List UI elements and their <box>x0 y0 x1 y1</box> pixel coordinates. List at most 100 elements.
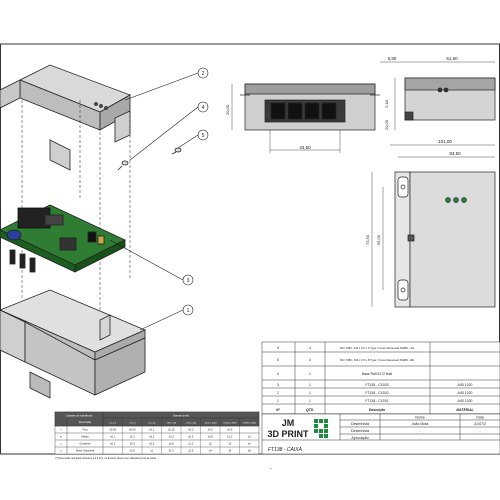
callout-labels: 2 4 5 3 1 <box>187 71 205 314</box>
tb-row-label: Desenhista <box>351 429 369 433</box>
callout-label: 2 <box>202 71 205 77</box>
screw-side <box>171 147 182 155</box>
bom-cell: Base RAK3172 final <box>362 372 393 376</box>
isometric-exploded-view <box>0 64 182 399</box>
tol-col-header: >30 a 120 <box>166 422 177 425</box>
tol-subheader: Descrição <box>79 420 92 424</box>
tol-group-header: Gamas (mm) <box>173 414 189 418</box>
tol-value: ±0,05 <box>110 428 117 432</box>
tb-col-name: Nome <box>415 416 425 420</box>
tol-note: (*) Para cotas nominais inferiores a 0,5… <box>55 457 157 460</box>
tol-value: ±1,2 <box>188 442 194 446</box>
tol-col-header: >120 a 400 <box>185 422 197 425</box>
pcb-board <box>0 204 126 273</box>
tol-col-header: >3 a 6 <box>129 422 136 425</box>
tol-value: ±0,2 <box>110 442 116 446</box>
tb-row-label: Aprovação <box>351 436 368 440</box>
tol-value: ±0,3 <box>130 442 136 446</box>
tol-desc: Muito Grosseira <box>76 449 95 453</box>
dim-top-width: 51,60 <box>446 56 458 61</box>
bom-cell: 1 <box>309 399 311 403</box>
bom-table <box>261 341 500 415</box>
tb-col-date: Data <box>476 416 484 420</box>
bom-cell: 3 <box>277 383 279 387</box>
tol-value: ±0,1 <box>110 435 116 439</box>
tol-value: ±0,8 <box>208 435 214 439</box>
bom-cell: FT138 - CX002 <box>365 391 388 395</box>
tol-value: ±0,1 <box>130 435 136 439</box>
dim-side-height: 20,00 <box>384 119 389 130</box>
sheet-note-dash: - <box>270 466 272 472</box>
tol-col-header: >400 a 1000 <box>204 422 217 425</box>
bom-cell: 1 <box>309 391 311 395</box>
bom-cell: ISO 7380 - M3 x 0,5 x 8 Type I Cross Rec… <box>340 358 414 362</box>
tol-col-header: >1000 a 2000 <box>223 422 237 425</box>
bom-cell: 2 <box>277 391 279 395</box>
dim-overall-width: 101,00 <box>438 139 452 144</box>
bom-cell: ISO 7380 - M3 x 0,5 x 4 Type I Cross Rec… <box>340 346 414 350</box>
tb-row-name: João Mota <box>412 422 429 426</box>
tol-col-header: 0,5 a 3 <box>109 423 116 425</box>
tol-value: ±1,5 <box>169 449 175 453</box>
logo-text-jm: JM <box>282 418 295 428</box>
dim-height-left2: 73,50 <box>365 234 370 245</box>
bom-cell: FT138 - CX001 <box>365 399 388 403</box>
bom-cell: AISI 1020 <box>458 391 473 395</box>
bom-header: QTD. <box>306 408 314 412</box>
tol-desc: Média <box>81 435 89 439</box>
bom-cell: 6 <box>277 346 279 350</box>
tol-value: ±2,5 <box>188 449 194 453</box>
base-tray <box>0 289 147 399</box>
tol-value: ±0,5 <box>130 449 136 453</box>
bom-cell: AISI 1020 <box>458 399 473 403</box>
callout-label: 3 <box>187 278 190 284</box>
bom-cell: 1 <box>277 399 279 403</box>
tol-value: - <box>112 450 113 453</box>
bom-cell: FT138 - CX003 <box>365 383 388 387</box>
dim-front-width: 43,50 <box>299 145 311 150</box>
tol-class: m <box>60 436 62 439</box>
tol-value: - <box>249 429 250 432</box>
tol-col-header: >6 a 30 <box>148 422 156 425</box>
front-view <box>231 83 380 153</box>
bom-cell: 1 <box>309 372 311 376</box>
tolerance-table <box>54 411 260 455</box>
bom-cell: 5 <box>277 358 279 362</box>
bom-cell: 1 <box>309 383 311 387</box>
drawing-canvas: 2 4 5 3 1 43,50 20,00 5,80 51,60 2,40 20… <box>0 43 500 472</box>
drawing-title: FT138 - CAIXA <box>268 447 303 453</box>
tol-value: ±1,2 <box>227 435 233 439</box>
tol-value: ±0,5 <box>227 428 233 432</box>
callout-label: 4 <box>202 105 205 111</box>
drawing-sheet: 2 4 5 3 1 43,50 20,00 5,80 51,60 2,40 20… <box>0 0 500 500</box>
bom-cell: AISI 1020 <box>458 383 473 387</box>
dim-height-left: 55,00 <box>376 234 381 245</box>
tol-value: ±0,05 <box>129 428 136 432</box>
bom-cell: 4 <box>277 372 279 376</box>
callout-label: 1 <box>187 308 190 314</box>
dim-front-height: 20,00 <box>225 104 230 115</box>
tb-row-label: Desenhista <box>351 422 369 426</box>
tol-value: ±0,5 <box>188 435 194 439</box>
tol-value: ±0,1 <box>149 428 155 432</box>
tol-value: ±0,15 <box>168 428 175 432</box>
tol-value: ±0,3 <box>208 428 214 432</box>
tb-row-date: 31/07/2 <box>474 422 486 426</box>
dim-inner-width: 93,50 <box>449 151 461 156</box>
screw-upper <box>117 160 129 171</box>
tol-desc: Fina <box>82 428 88 432</box>
tol-col-header: >2000 a 4000 <box>243 422 257 425</box>
callout-label: 5 <box>202 133 205 139</box>
dim-top-small: 5,80 <box>388 56 397 61</box>
bom-header: Descrição <box>369 408 385 412</box>
side-view <box>380 61 496 130</box>
dim-side-small: 2,40 <box>384 99 389 108</box>
bom-cell: 4 <box>309 358 311 362</box>
bom-cell: 4 <box>309 346 311 350</box>
tol-title: Classes de tolerância <box>66 414 93 418</box>
tol-value: ±0,3 <box>169 435 175 439</box>
tol-value: ±0,2 <box>188 428 194 432</box>
tol-value: ±0,8 <box>169 442 175 446</box>
tol-value: ±0,5 <box>149 442 155 446</box>
logo-text-3dprint: 3D PRINT <box>267 429 309 439</box>
